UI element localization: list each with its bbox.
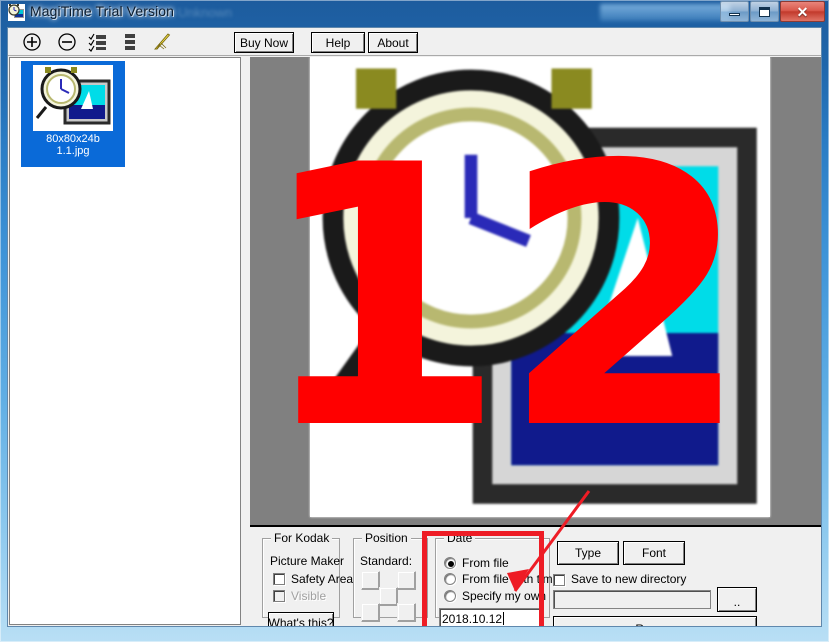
browse-directory-button[interactable]: .. [717,587,757,612]
window-controls: ✕ [719,1,825,23]
save-new-directory-label: Save to new directory [571,572,687,586]
close-icon: ✕ [796,3,809,20]
position-cell-bottom-left[interactable] [361,603,380,622]
toolbar: Buy Now Help About [8,28,821,56]
date-radio-specify-my-own-label: Specify my own [462,589,547,603]
maximize-icon [759,6,770,17]
save-new-directory-checkbox[interactable] [553,574,565,586]
kodak-subtitle: Picture Maker [270,554,345,568]
remove-icon[interactable] [57,32,77,52]
font-button[interactable]: Font [623,541,685,565]
date-radio-from-file[interactable] [444,557,456,569]
options-panel: For Kodak Picture Maker Safety Area Visi… [250,529,821,626]
position-group-title: Position [362,531,411,545]
position-cell-top-left[interactable] [361,571,380,590]
visible-label: Visible [291,589,327,603]
list-icon[interactable] [120,32,140,52]
help-button[interactable]: Help [311,32,365,53]
date-radio-from-file-label: From file [462,556,509,570]
thumbnail-filename: 1.1.jpg [56,145,90,157]
window-title-ghost: Unknown [178,5,233,20]
image-preview-pane[interactable]: 12 [250,57,821,527]
clear-broom-icon[interactable] [152,32,172,52]
position-cell-center[interactable] [379,587,398,606]
date-group-title: Date [444,531,476,545]
date-radio-from-file-with-time[interactable] [444,573,456,585]
preview-image [310,57,770,517]
position-cell-bottom-right[interactable] [397,603,416,622]
position-standard-label: Standard: [360,554,413,568]
text-caret [503,612,505,625]
type-button[interactable]: Type [557,541,619,565]
whats-this-button[interactable]: What's this? [268,612,334,626]
list-item[interactable]: 80x80x24b 1.1.jpg [21,61,125,167]
application-window: MagiTime Trial Version Unknown ✕ Buy Now… [0,0,829,642]
safety-area-label: Safety Area [291,572,354,586]
date-value-text: 2018.10.12 [442,611,503,626]
date-radio-specify-my-own[interactable] [444,590,456,602]
kodak-group-title: For Kodak [271,531,333,545]
safety-area-checkbox[interactable] [273,573,285,585]
titlebar-sheen [600,4,730,21]
position-cell-top-right[interactable] [397,571,416,590]
visible-checkbox [273,590,285,602]
about-button[interactable]: About [368,32,418,53]
date-radio-from-file-with-time-label: From file with time [462,572,560,586]
thumbnail-image [33,65,113,131]
magitime-app-icon [8,4,25,21]
add-icon[interactable] [22,32,42,52]
minimize-icon [729,13,740,16]
thumbnail-dimensions: 80x80x24b [46,133,100,145]
window-title: MagiTime Trial Version [30,3,175,19]
select-all-list-icon[interactable] [88,32,108,52]
title-bar[interactable]: MagiTime Trial Version Unknown ✕ [0,0,829,26]
date-value-input[interactable]: 2018.10.12 [439,608,544,626]
buy-now-button[interactable]: Buy Now [234,32,294,53]
client-area: Buy Now Help About 80x80x24b 1.1.jpg 12 … [7,27,822,627]
maximize-button[interactable] [750,1,779,22]
minimize-button[interactable] [720,1,749,22]
thumbnail-caption: 80x80x24b 1.1.jpg [21,133,125,157]
file-list-panel[interactable]: 80x80x24b 1.1.jpg [9,57,241,625]
run-button[interactable]: Run >> [553,616,757,626]
close-button[interactable]: ✕ [780,1,825,22]
directory-path-input[interactable] [553,590,711,609]
